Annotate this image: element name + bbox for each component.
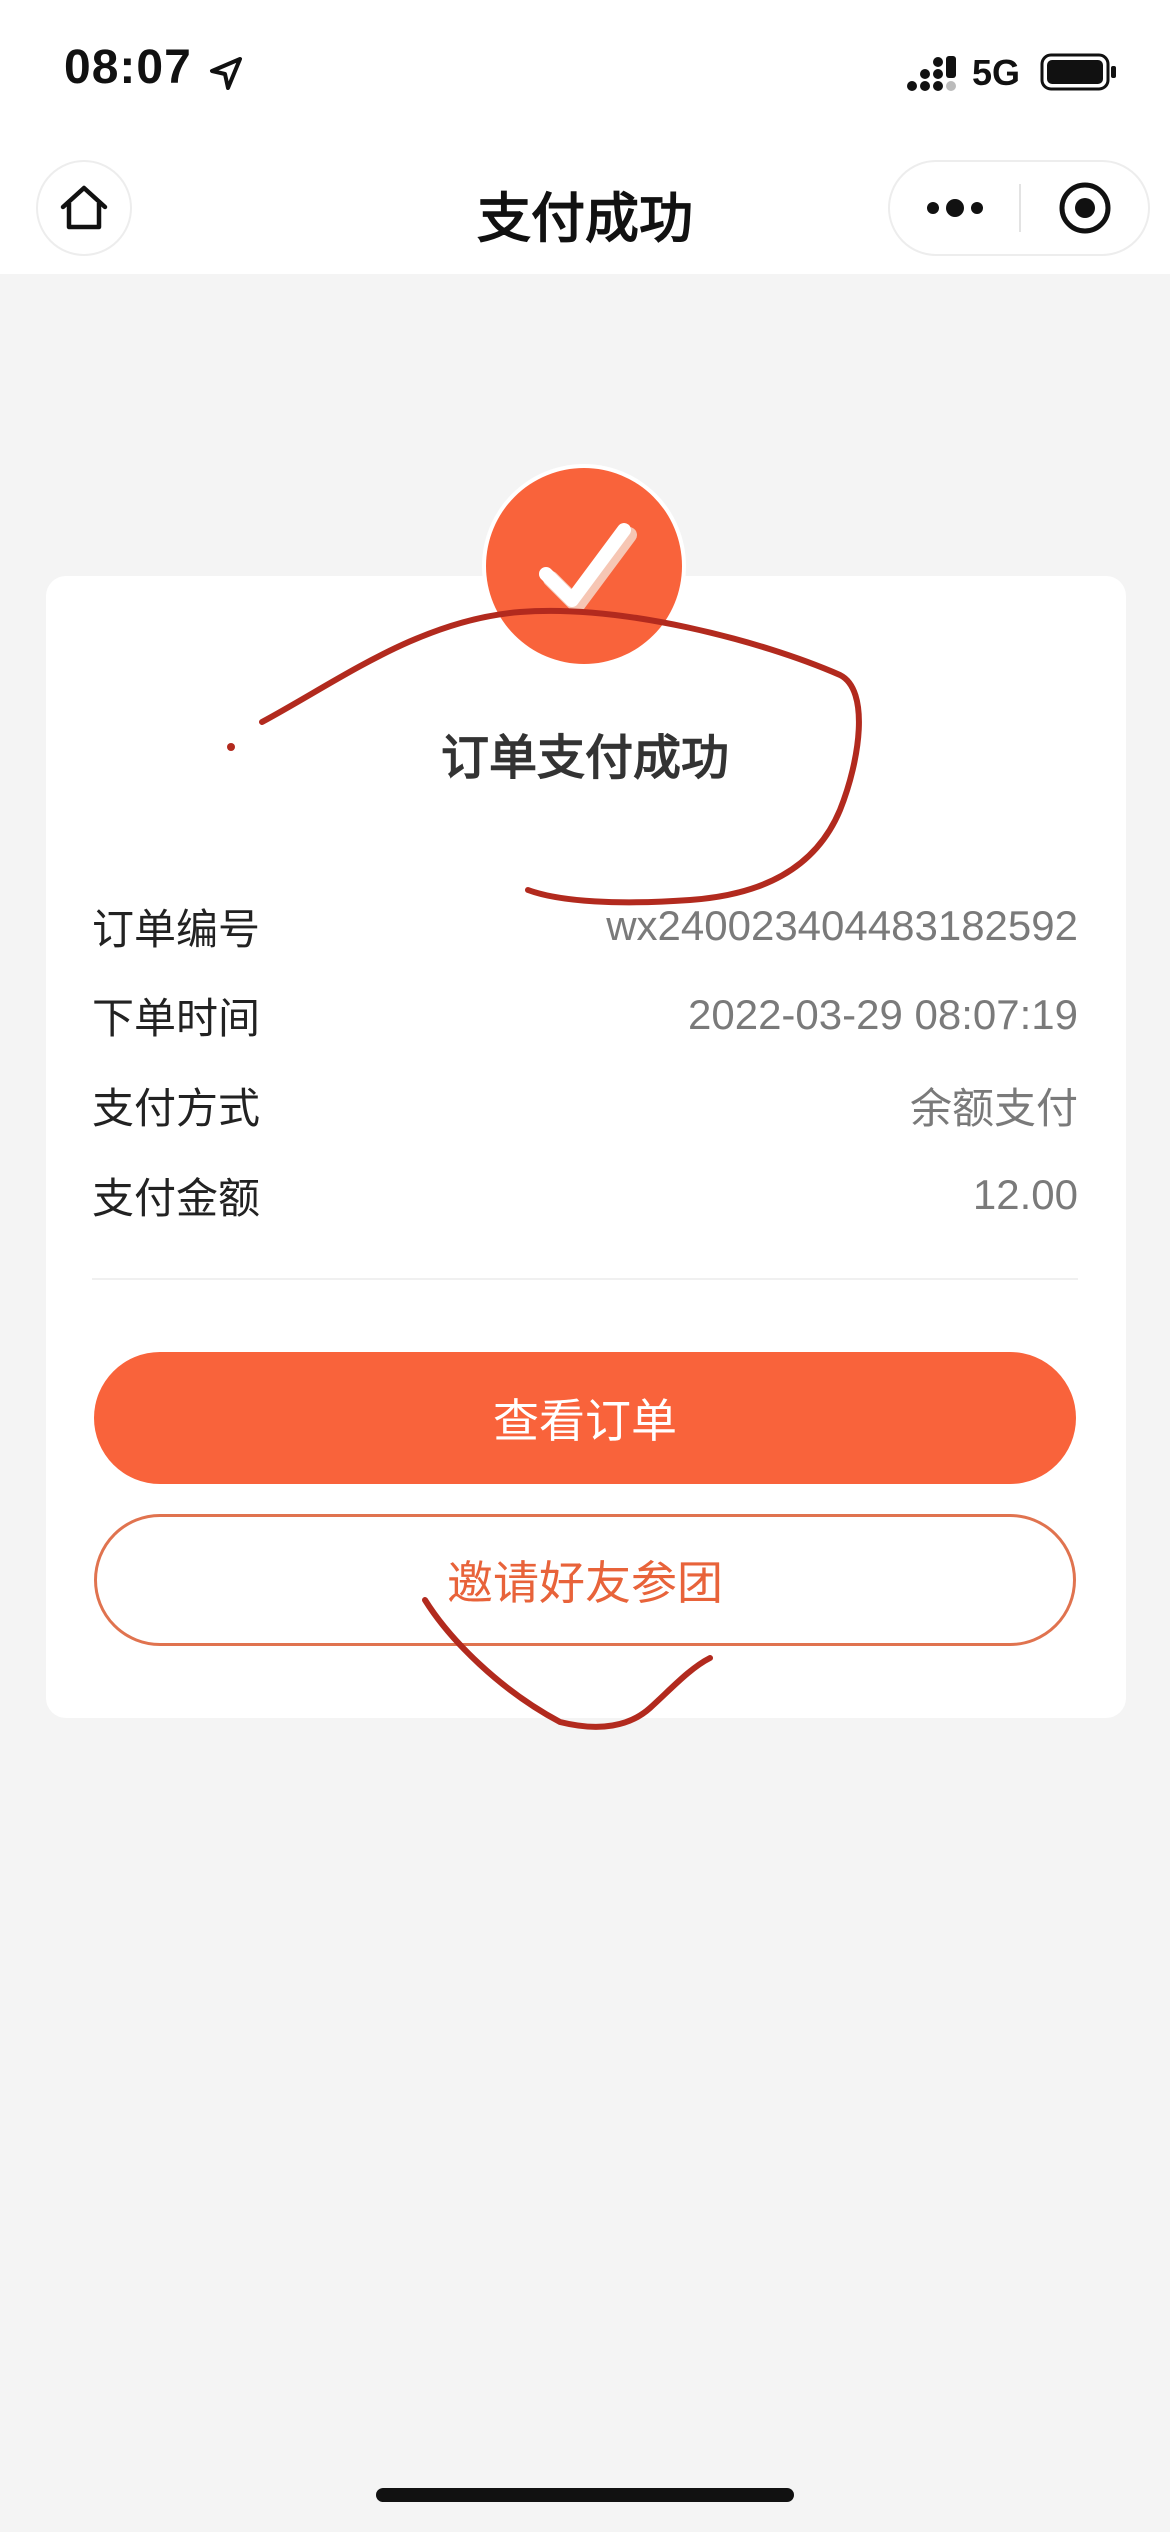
battery-icon xyxy=(1040,53,1116,91)
cellular-signal-icon xyxy=(907,56,956,91)
payment-amount-value: 12.00 xyxy=(972,1171,1078,1218)
success-title: 订单支付成功 xyxy=(440,730,729,786)
more-button[interactable] xyxy=(890,162,1020,254)
order-number-value: wx2400234044831825​92 xyxy=(606,902,1078,949)
success-badge xyxy=(482,464,686,668)
info-label: 下单时间 xyxy=(92,993,261,1043)
network-type: 5G xyxy=(972,52,1021,93)
home-indicator xyxy=(376,2488,794,2502)
info-label: 支付金额 xyxy=(92,1173,261,1223)
info-label: 支付方式 xyxy=(92,1083,261,1133)
order-time-value: 2022-03-29 08:07:19 xyxy=(688,991,1078,1038)
status-time: 08:07 xyxy=(64,41,192,94)
view-order-button[interactable]: 查看订单 xyxy=(94,1352,1076,1484)
mini-program-capsule xyxy=(888,160,1150,256)
divider xyxy=(92,1278,1078,1280)
payment-method-value: 余额支付 xyxy=(909,1083,1078,1133)
info-row-order-number: 订单编号 wx2400234044831825​92 xyxy=(92,891,1078,961)
info-row-payment-method: 支付方式 余额支付 xyxy=(92,1070,1078,1140)
check-icon xyxy=(539,523,637,613)
nav-bar: 支付成功 xyxy=(0,140,1170,274)
close-circle-icon xyxy=(1059,182,1111,234)
status-bar: 08:07 5G xyxy=(0,0,1170,140)
invite-friends-button[interactable]: 邀请好友参团 xyxy=(94,1514,1076,1646)
info-row-payment-amount: 支付金额 12.00 xyxy=(92,1160,1078,1230)
info-label: 订单编号 xyxy=(92,904,261,954)
info-row-order-time: 下单时间 2022-03-29 08:07:19 xyxy=(92,980,1078,1050)
close-button[interactable] xyxy=(1020,162,1150,254)
payment-success-screen: 08:07 5G 支付成功 订单支付成功 订单编号 wx240023404483… xyxy=(0,0,1170,2532)
location-arrow-icon xyxy=(210,57,242,90)
more-dots-icon xyxy=(927,199,983,217)
